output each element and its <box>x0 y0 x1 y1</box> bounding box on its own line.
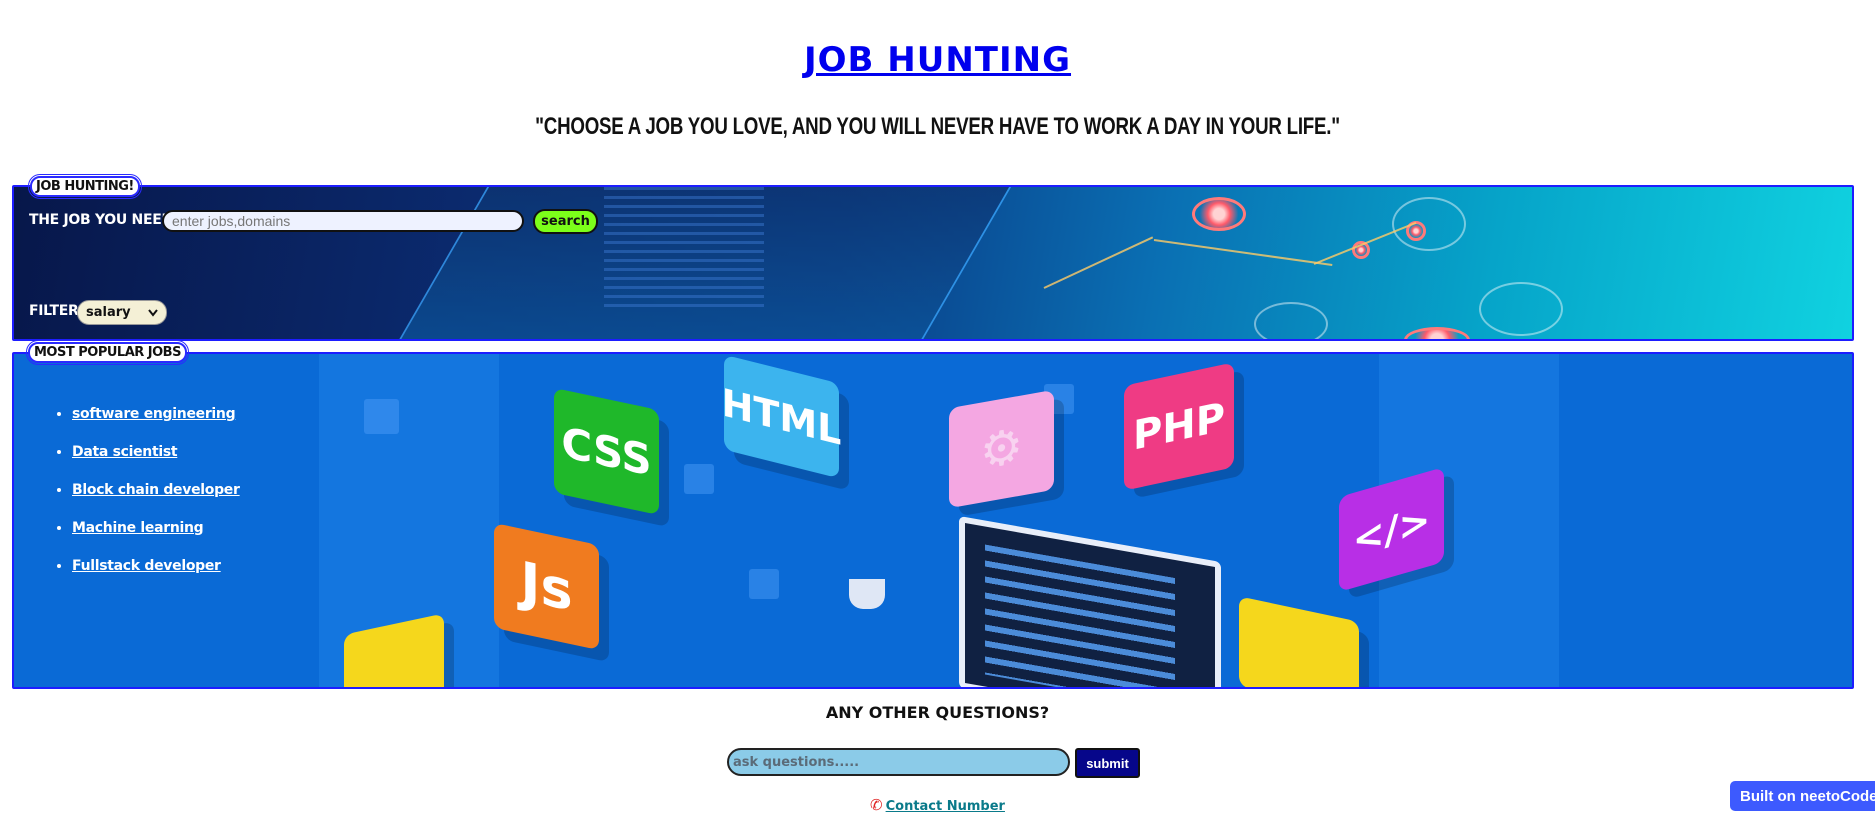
ask-questions-input[interactable] <box>727 748 1070 776</box>
list-item: Block chain developer <box>72 481 240 519</box>
phone-icon: ✆ <box>870 796 883 814</box>
hero-legend: JOB HUNTING! <box>28 174 142 199</box>
search-button[interactable]: search <box>533 209 598 234</box>
yellow-cube <box>1239 596 1359 687</box>
search-input[interactable] <box>162 210 524 232</box>
search-label: THE JOB YOU NEED <box>29 212 173 228</box>
floating-square <box>749 569 779 599</box>
code-lines-decoration <box>604 187 764 307</box>
php-cube: PHP <box>1124 362 1234 491</box>
network-ring <box>1479 282 1563 336</box>
network-wire <box>1043 236 1154 289</box>
job-link-data-scientist[interactable]: Data scientist <box>72 444 178 460</box>
floating-square <box>364 399 399 434</box>
filter-selected-value: salary <box>86 305 131 320</box>
network-wire <box>1153 239 1333 267</box>
monitor-illustration <box>959 515 1221 687</box>
list-item: Data scientist <box>72 443 240 481</box>
gear-icon: ⚙ <box>979 417 1024 481</box>
job-link-machine-learning[interactable]: Machine learning <box>72 520 204 536</box>
job-link-block-chain-developer[interactable]: Block chain developer <box>72 482 240 498</box>
chevron-down-icon <box>148 308 158 317</box>
network-ring <box>1254 302 1328 339</box>
contact-number-link[interactable]: Contact Number <box>886 799 1005 814</box>
css-cube: CSS <box>554 387 659 516</box>
job-link-software-engineering[interactable]: software engineering <box>72 406 236 422</box>
popular-jobs-section: CSS HTML ⚙ PHP Js </> <box>12 352 1854 689</box>
questions-title: ANY OTHER QUESTIONS? <box>825 703 1050 722</box>
list-item: Fullstack developer <box>72 557 240 595</box>
list-item: software engineering <box>72 405 240 443</box>
search-section <box>12 185 1854 341</box>
submit-button[interactable]: submit <box>1075 748 1140 778</box>
page-title[interactable]: JOB HUNTING <box>0 40 1875 80</box>
popular-legend: MOST POPULAR JOBS <box>26 340 189 365</box>
popular-jobs-list: software engineering Data scientist Bloc… <box>42 405 240 595</box>
job-link-fullstack-developer[interactable]: Fullstack developer <box>72 558 221 574</box>
network-node <box>1404 327 1470 339</box>
pencil-cup <box>849 579 885 609</box>
contact-row: ✆ Contact Number <box>0 796 1875 814</box>
code-lines-decoration <box>985 544 1175 687</box>
built-on-neetocode-badge[interactable]: Built on neetoCode <box>1730 781 1875 811</box>
network-wire <box>1313 221 1417 265</box>
gear-cube: ⚙ <box>949 389 1054 509</box>
network-node <box>1192 197 1246 231</box>
floating-square <box>684 464 714 494</box>
list-item: Machine learning <box>72 519 240 557</box>
js-cube: Js <box>494 522 599 651</box>
network-ring <box>1392 197 1466 251</box>
filter-label: FILTER <box>29 303 79 319</box>
filter-select[interactable]: salary <box>77 300 167 325</box>
html-cube: HTML <box>722 354 841 479</box>
quote-text: "CHOOSE A JOB YOU LOVE, AND YOU WILL NEV… <box>535 113 1340 140</box>
